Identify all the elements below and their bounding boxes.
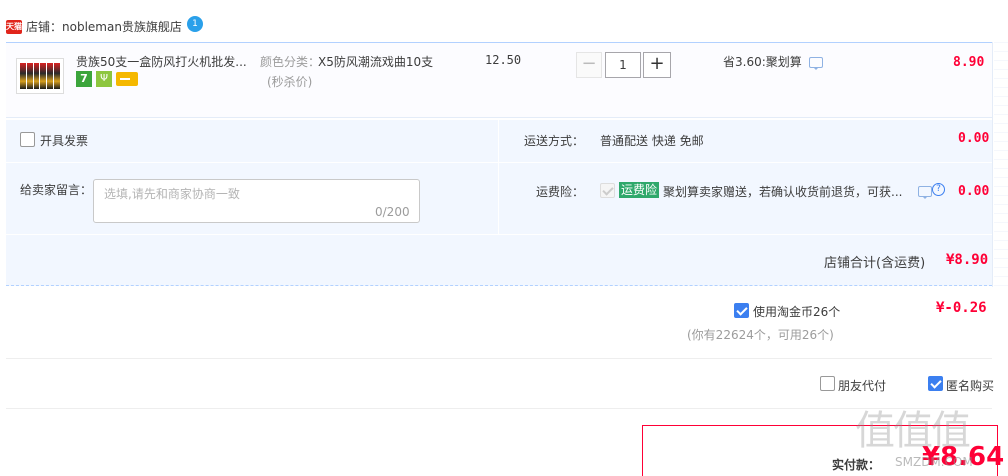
insurance-price: 0.00 — [958, 184, 990, 199]
anonymous-purchase-label[interactable]: 匿名购买 — [946, 377, 994, 394]
divider — [6, 162, 992, 163]
shipping-label: 运送方式： — [524, 134, 585, 148]
product-title[interactable]: 贵族50支一盒防风打火机批发... — [76, 53, 252, 70]
shipping-method: 普通配送 快递 免邮 — [600, 134, 704, 148]
comment-icon[interactable] — [918, 186, 932, 199]
invoice-checkbox[interactable] — [20, 132, 35, 147]
product-thumbnail[interactable] — [16, 58, 64, 94]
quantity-input[interactable] — [605, 52, 641, 78]
divider — [6, 358, 992, 359]
sku-label: 颜色分类： — [260, 55, 321, 69]
quantity-decrease-button[interactable]: − — [576, 52, 602, 78]
message-placeholder: 选填,请先和商家协商一致 — [104, 187, 240, 201]
store-name[interactable]: 店铺：nobleman贵族旗舰店 — [26, 18, 182, 35]
use-coins-label[interactable]: 使用淘金币26个 — [753, 303, 840, 320]
sku-note: (秒杀价) — [267, 75, 313, 89]
insurance-description: 聚划算卖家赠送，若确认收货前退货，可获... — [663, 185, 903, 199]
divider — [498, 120, 499, 234]
insurance-label: 运费险： — [536, 185, 585, 199]
store-total-label: 店铺合计(含运费) — [824, 256, 926, 271]
insurance-badge: 运费险 — [619, 182, 660, 198]
watermark: 值值值 — [855, 408, 971, 454]
divider — [992, 42, 993, 287]
wangwang-chat-icon[interactable]: 1 — [187, 16, 203, 32]
message-label: 给卖家留言： — [20, 183, 93, 197]
scroll-gutter — [994, 42, 1008, 287]
invoice-label[interactable]: 开具发票 — [40, 132, 88, 149]
quantity-increase-button[interactable]: + — [643, 52, 671, 78]
store-total-value: ¥8.90 — [946, 252, 989, 268]
friend-pay-checkbox[interactable] — [820, 376, 835, 391]
credit-card-icon — [116, 72, 138, 86]
message-char-count: 0/200 — [375, 205, 410, 219]
comment-icon[interactable] — [809, 57, 823, 70]
saving-info: 省3.60:聚划算 — [723, 55, 802, 69]
coin-balance-note: (你有22624个，可用26个) — [687, 328, 834, 342]
item-subtotal: 8.90 — [953, 55, 985, 70]
divider — [6, 408, 992, 409]
watermark-subtext: SMZDM.COM — [895, 455, 973, 469]
tmall-icon: 天猫 — [6, 20, 22, 34]
guarantee-icon: Ψ — [96, 71, 112, 87]
seven-day-return-icon: 7 — [76, 71, 92, 87]
unit-price: 12.50 — [485, 53, 522, 67]
insurance-checkbox — [600, 183, 615, 198]
anonymous-purchase-checkbox[interactable] — [928, 376, 943, 391]
friend-pay-label[interactable]: 朋友代付 — [838, 377, 886, 394]
use-coins-checkbox[interactable] — [734, 303, 749, 318]
payment-label: 实付款： — [832, 458, 881, 472]
shipping-price: 0.00 — [958, 131, 990, 146]
divider — [6, 234, 992, 235]
sku-value: X5防风潮流戏曲10支 — [318, 55, 434, 69]
help-icon[interactable]: ? — [932, 183, 945, 196]
coin-discount: ¥-0.26 — [936, 300, 987, 316]
